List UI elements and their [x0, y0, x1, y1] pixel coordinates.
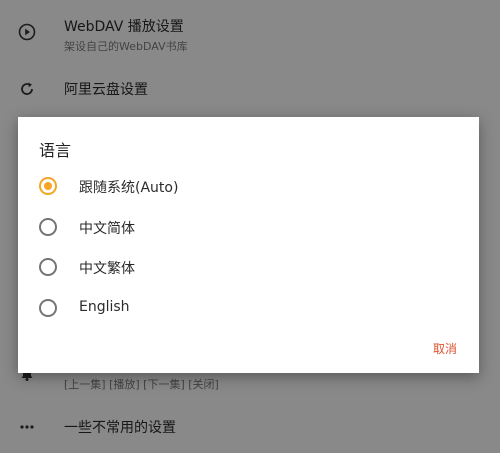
- radio-unchecked-icon[interactable]: [39, 299, 57, 317]
- radio-checked-icon[interactable]: [39, 177, 57, 195]
- option-label: 中文繁体: [79, 261, 135, 277]
- settings-page: WebDAV 播放设置 架设自己的WebDAV书库 阿里云盘设置 [上一集] […: [0, 0, 500, 453]
- language-option-zh-hant[interactable]: 中文繁体: [18, 249, 479, 285]
- cancel-button[interactable]: 取消: [433, 340, 457, 357]
- radio-unchecked-icon[interactable]: [39, 258, 57, 276]
- language-option-zh-hans[interactable]: 中文简体: [18, 209, 479, 245]
- language-dialog: 语言 跟随系统(Auto) 中文简体 中文繁体 English 取消: [18, 117, 479, 373]
- language-option-auto[interactable]: 跟随系统(Auto): [18, 168, 479, 204]
- radio-unchecked-icon[interactable]: [39, 218, 57, 236]
- option-label: English: [79, 299, 130, 315]
- dialog-title: 语言: [39, 141, 72, 160]
- language-option-english[interactable]: English: [18, 290, 479, 326]
- option-label: 跟随系统(Auto): [79, 180, 179, 196]
- option-label: 中文简体: [79, 221, 135, 237]
